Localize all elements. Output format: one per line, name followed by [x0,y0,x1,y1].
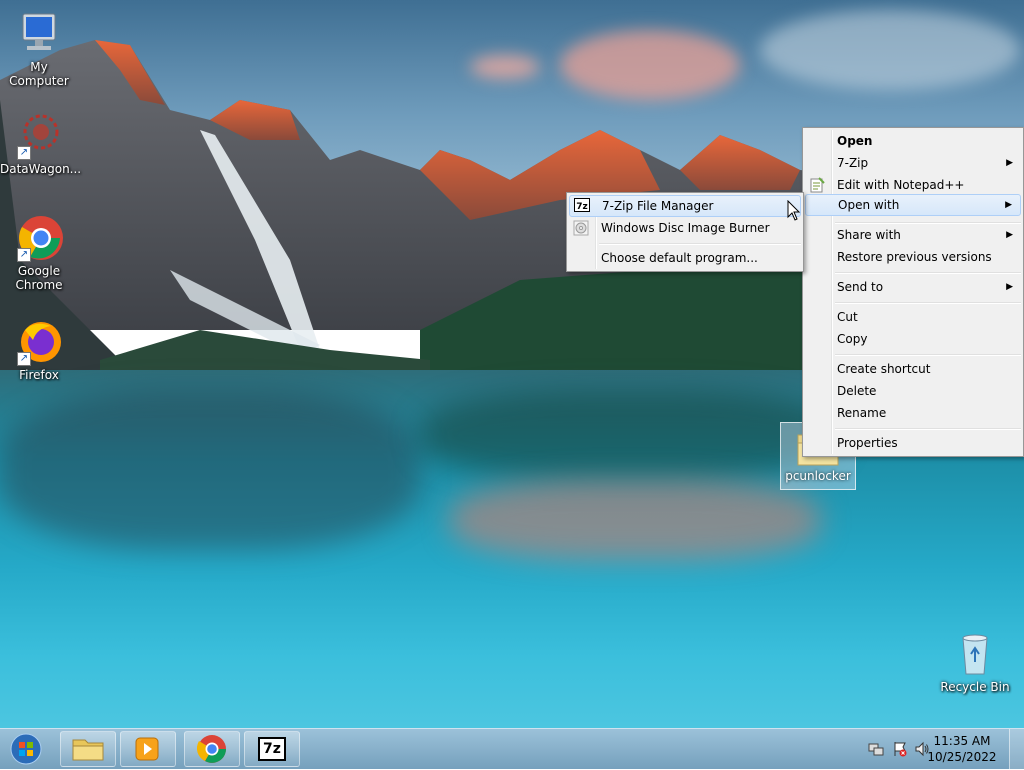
desktop-icon-label: My Computer [9,60,69,88]
notepad-plus-plus-icon [809,177,825,193]
menu-item-open-with[interactable]: Open with ▶ [805,194,1021,216]
disc-burner-icon [573,220,589,236]
taskbar-explorer-button[interactable] [60,731,116,767]
menu-item-label: Create shortcut [837,362,931,376]
submenu-arrow-icon: ▶ [1006,282,1013,292]
menu-item-label: Windows Disc Image Burner [601,221,770,235]
menu-item-copy[interactable]: Copy [805,328,1021,350]
menu-item-label: Copy [837,332,868,346]
shortcut-arrow-icon: ↗ [17,248,31,262]
submenu-arrow-icon: ▶ [1006,230,1013,240]
desktop-icon-google-chrome[interactable]: ↗ Google Chrome [0,214,78,292]
menu-item-7zip-file-manager[interactable]: 7z 7-Zip File Manager [569,195,801,217]
mouse-cursor-icon [787,200,801,221]
menu-item-label: Properties [837,436,898,450]
shortcut-arrow-icon: ↗ [17,146,31,160]
start-button[interactable] [6,731,46,767]
menu-item-label: Rename [837,406,887,420]
menu-item-label: Delete [837,384,877,398]
menu-item-label: Send to [837,280,884,294]
desktop-icon-label: Firefox [19,368,59,382]
clock-time: 11:35 AM [933,734,991,748]
menu-item-open[interactable]: Open [805,130,1021,152]
desktop-icon-label: Google Chrome [15,264,63,292]
menu-item-label: Restore previous versions [837,250,992,264]
menu-item-label: Share with [837,228,901,242]
wallpaper-reflection [0,390,420,550]
taskbar-chrome-button[interactable] [184,731,240,767]
taskbar: 7z 11:35 AM 10/25/2022 [0,728,1024,769]
clock-date: 10/25/2022 [927,750,997,764]
menu-item-choose-default-program[interactable]: Choose default program... [569,247,801,269]
menu-item-delete[interactable]: Delete [805,380,1021,402]
recycle-bin-icon [951,630,999,678]
menu-item-windows-disc-image-burner[interactable]: Windows Disc Image Burner [569,217,801,239]
svg-text:7z: 7z [576,202,588,212]
submenu-arrow-icon: ▶ [1006,158,1013,168]
menu-item-restore-previous-versions[interactable]: Restore previous versions [805,246,1021,268]
action-center-flag-icon[interactable] [892,741,908,757]
firefox-icon: ↗ [15,318,63,366]
desktop[interactable]: My Computer ↗ DataWagon... ↗ Google Chro… [0,0,1024,728]
desktop-icon-recycle-bin[interactable]: Recycle Bin [936,630,1014,694]
menu-item-label: Open with [838,198,900,212]
menu-item-label: 7-Zip [837,156,869,170]
submenu-arrow-icon: ▶ [1005,200,1012,210]
menu-item-7zip[interactable]: 7-Zip ▶ [805,152,1021,174]
desktop-icon-firefox[interactable]: ↗ Firefox [0,318,78,382]
wallpaper-reflection [450,480,820,560]
menu-separator [835,428,1021,430]
menu-item-cut[interactable]: Cut [805,306,1021,328]
desktop-icon-my-computer[interactable]: My Computer [0,10,78,88]
menu-item-properties[interactable]: Properties [805,432,1021,454]
menu-item-label: 7-Zip File Manager [602,199,714,213]
menu-item-label: Cut [837,310,858,324]
menu-item-send-to[interactable]: Send to ▶ [805,276,1021,298]
shortcut-arrow-icon: ↗ [17,352,31,366]
file-label: pcunlocker [785,469,851,483]
chrome-icon [196,735,226,763]
taskbar-7zip-button[interactable]: 7z [244,731,300,767]
menu-item-label: Open [837,134,873,148]
chrome-icon: ↗ [15,214,63,262]
wallpaper-reflection [420,390,840,480]
menu-item-edit-notepad[interactable]: Edit with Notepad++ [805,174,1021,196]
context-menu: Open 7-Zip ▶ Edit with Notepad++ Open wit… [802,127,1024,457]
folder-icon [72,739,104,761]
network-icon[interactable] [868,741,884,757]
taskbar-media-player-button[interactable] [120,731,176,767]
menu-separator [835,302,1021,304]
desktop-icon-datawagon[interactable]: ↗ DataWagon... [0,112,82,176]
computer-icon [15,10,63,58]
desktop-icon-label: Recycle Bin [940,680,1010,694]
menu-item-create-shortcut[interactable]: Create shortcut [805,358,1021,380]
show-desktop-button[interactable] [1009,729,1024,769]
menu-item-share-with[interactable]: Share with ▶ [805,224,1021,246]
menu-separator [835,354,1021,356]
media-player-icon [135,737,159,761]
menu-separator [835,272,1021,274]
menu-item-rename[interactable]: Rename [805,402,1021,424]
desktop-icon-label: DataWagon... [0,162,82,176]
open-with-submenu: 7z 7-Zip File Manager Windows Disc Image… [566,192,804,272]
datawagon-icon: ↗ [15,112,63,160]
windows-orb-icon [10,733,42,765]
system-clock[interactable]: 11:35 AM 10/25/2022 [922,733,1002,765]
7zip-icon: 7z [574,197,590,213]
menu-item-label: Edit with Notepad++ [837,178,965,192]
menu-separator [599,243,801,245]
7zip-icon: 7z [258,737,286,761]
menu-item-label: Choose default program... [601,251,758,265]
